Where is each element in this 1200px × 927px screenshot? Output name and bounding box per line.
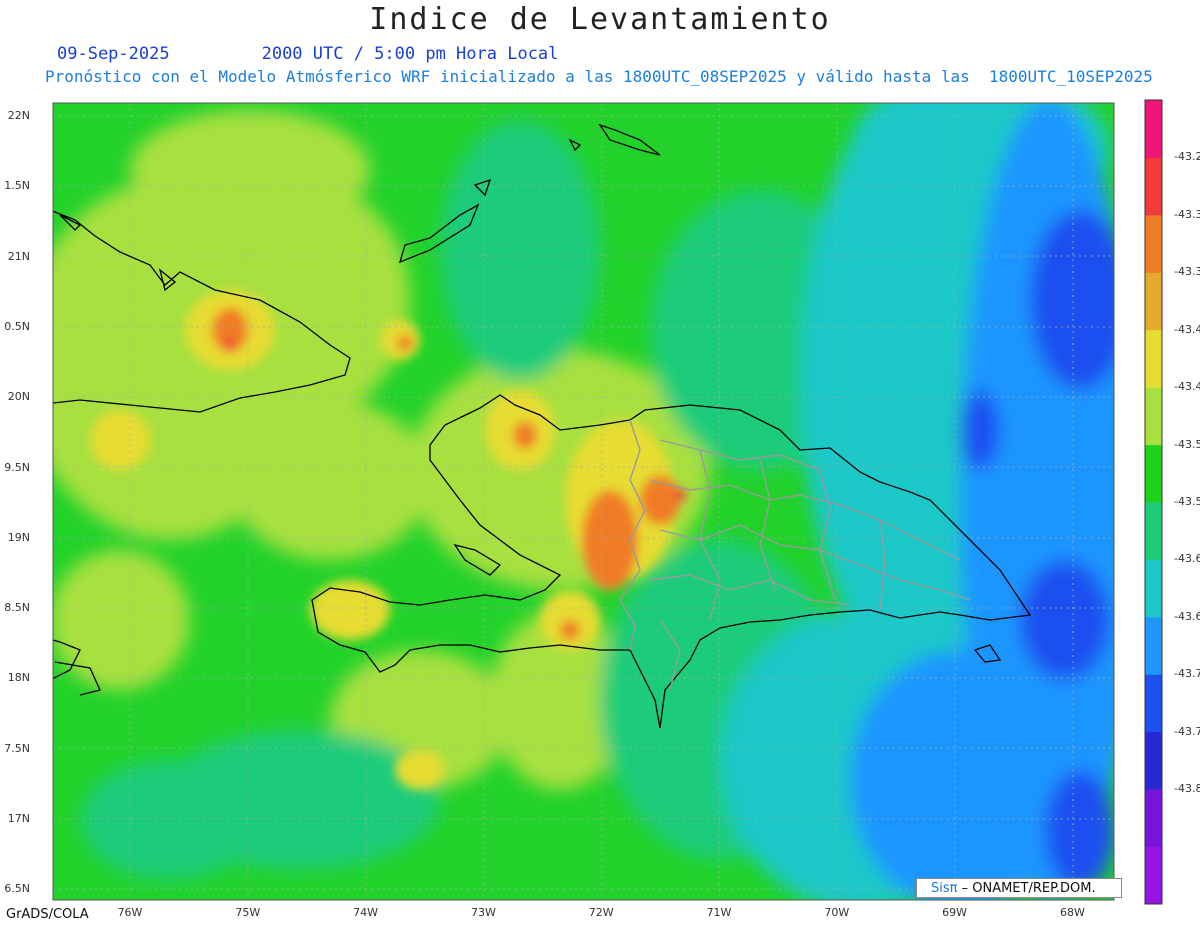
lon-label: 68W — [1059, 906, 1085, 919]
colorbar-swatch — [1145, 100, 1162, 158]
colorbar-label: -43.5 — [1174, 437, 1200, 451]
colorbar-swatch — [1145, 329, 1162, 388]
colorbar-swatch — [1145, 214, 1162, 273]
lat-label: 1.5N — [4, 179, 30, 193]
colorbar-swatch — [1145, 444, 1162, 503]
lat-label: 9.5N — [4, 460, 30, 474]
colorbar-swatch — [1145, 387, 1162, 446]
colorbar-swatch — [1145, 502, 1162, 560]
colorbar-label: -43.7 — [1174, 724, 1200, 738]
forecast-map — [52, 99, 1163, 905]
lon-label: 69W — [942, 906, 968, 919]
colorbar-label: -43.4 — [1174, 380, 1200, 394]
lon-label: 72W — [588, 906, 614, 919]
colorbar-swatch — [1145, 674, 1162, 733]
lat-label: 0.5N — [4, 319, 30, 333]
logo-brand: Sisπ — [931, 881, 958, 896]
colorbar-label: -43.2 — [1174, 150, 1200, 164]
lat-label: 21N — [7, 249, 30, 263]
colorbar-swatch — [1145, 616, 1162, 675]
colorbar-label: -43.6 — [1174, 609, 1200, 623]
lat-label: 8.5N — [4, 601, 30, 615]
lon-label: 76W — [117, 906, 143, 919]
colorbar-swatch — [1145, 559, 1162, 618]
lon-label: 74W — [353, 906, 379, 919]
colorbar-label: -43.5 — [1174, 495, 1200, 508]
grads-credit: GrADS/COLA — [6, 907, 89, 922]
colorbar-label: -43.6 — [1174, 552, 1200, 566]
colorbar-swatch — [1145, 731, 1162, 790]
colorbar — [1144, 99, 1163, 905]
lat-label: 17N — [7, 812, 30, 825]
forecast-date: 09-Sep-2025 — [57, 44, 170, 64]
colorbar-label: -43.4 — [1174, 322, 1200, 336]
colorbar-label: -43.3 — [1174, 265, 1200, 279]
lifted-index-field — [53, 103, 1114, 900]
lat-label: 19N — [7, 530, 30, 544]
lon-label: 75W — [235, 906, 261, 919]
lat-label: 20N — [7, 390, 30, 404]
lon-label: 70W — [824, 906, 850, 919]
colorbar-label: -43.7 — [1174, 667, 1200, 681]
colorbar-swatch — [1145, 157, 1162, 216]
subtitle-date-time: 09-Sep-2025 2000 UTC / 5:00 pm Hora Local — [57, 44, 650, 64]
logo-org: – ONAMET/REP.DOM. — [961, 881, 1096, 896]
forecast-time: 2000 UTC / 5:00 pm Hora Local — [261, 44, 559, 64]
colorbar-swatch — [1145, 272, 1162, 331]
colorbar-swatch — [1145, 789, 1162, 848]
lat-label: 7.5N — [4, 741, 30, 755]
lat-label: 6.5N — [4, 882, 30, 896]
onamet-logo: Sisπ – ONAMET/REP.DOM. — [916, 878, 1122, 898]
colorbar-label: -43.8 — [1174, 782, 1200, 796]
lat-label: 22N — [7, 109, 30, 122]
lat-label: 18N — [7, 671, 30, 685]
colorbar-swatch — [1145, 846, 1162, 905]
colorbar-label: -43.3 — [1174, 207, 1200, 221]
forecast-description: Pronóstico con el Modelo Atmósferico WRF… — [45, 67, 1153, 86]
lon-label: 73W — [470, 906, 496, 919]
lon-label: 71W — [706, 906, 732, 919]
page-title: Indice de Levantamiento — [369, 2, 831, 37]
